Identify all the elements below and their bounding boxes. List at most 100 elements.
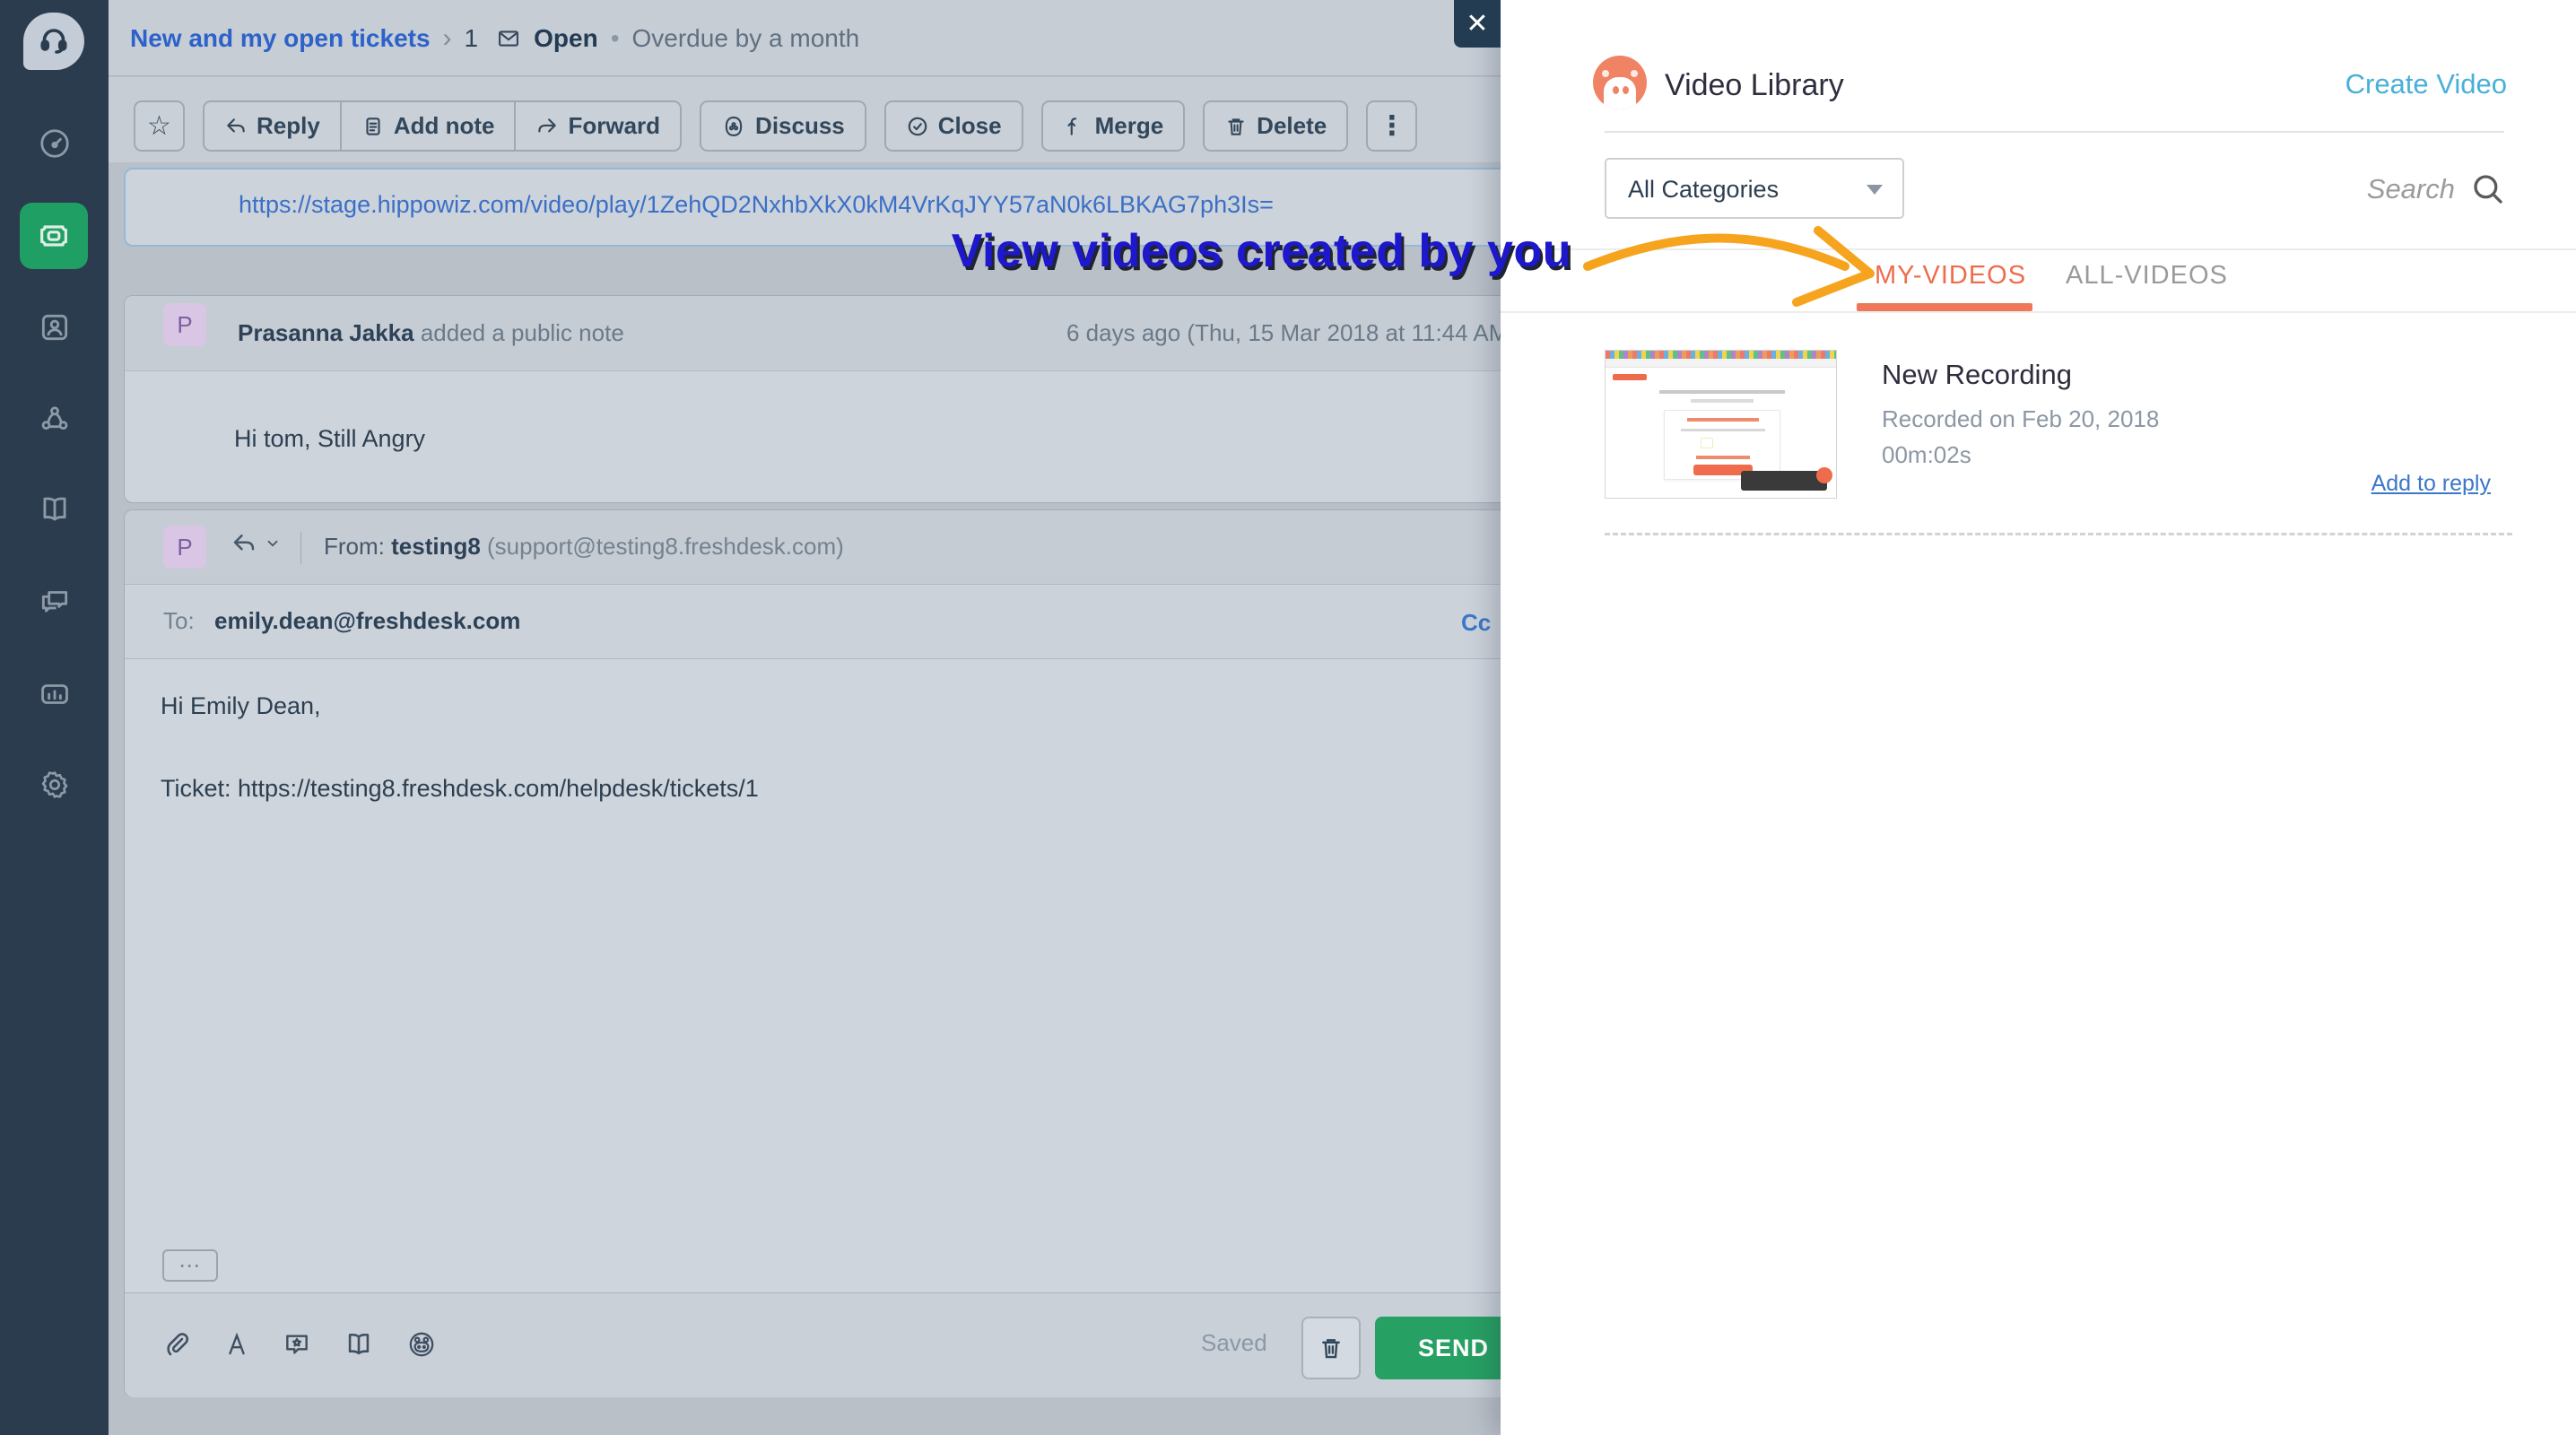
reply-icon (233, 535, 255, 551)
ellipsis-icon: ⋯ (178, 1253, 202, 1278)
sidebar-item-contacts[interactable] (0, 294, 109, 361)
note-timestamp: 6 days ago (Thu, 15 Mar 2018 at 11:44 AM… (1066, 319, 1517, 346)
annotation-arrow-icon (1583, 226, 1875, 307)
breadcrumb: New and my open tickets › 1 Open • Overd… (130, 23, 859, 54)
merge-button[interactable]: Merge (1040, 100, 1186, 152)
from-label: From: (324, 533, 392, 560)
create-video-link[interactable]: Create Video (2345, 68, 2507, 100)
discard-draft-button[interactable] (1301, 1317, 1361, 1379)
solutions-book-icon (42, 497, 66, 521)
ticket-status: Open (534, 24, 598, 52)
close-check-icon (908, 117, 927, 135)
search-placeholder: Search (2366, 173, 2455, 204)
sidebar-item-reports[interactable] (0, 661, 109, 727)
freshdesk-app: New and my open tickets › 1 Open • Overd… (0, 0, 2576, 1435)
delete-button[interactable]: Delete (1203, 100, 1349, 152)
dashboard-gauge-icon (39, 129, 69, 158)
video-recorded-date: Recorded on Feb 20, 2018 (1882, 405, 2160, 432)
chevron-separator-icon: › (442, 23, 452, 53)
reply-actions-group: Reply Add note Forward (203, 100, 683, 152)
video-thumbnail[interactable] (1605, 350, 1837, 499)
more-actions-button[interactable]: ⋮ (1366, 100, 1418, 152)
forward-icon (538, 117, 557, 132)
reply-editor-card: P From: testing8 (support@testing8.fresh… (124, 509, 1532, 1397)
close-panel-button[interactable]: ✕ (1454, 0, 1501, 48)
chevron-down-icon (267, 540, 278, 547)
to-label: To: (163, 607, 195, 634)
video-title: New Recording (1882, 359, 2072, 390)
reply-body-line: Ticket: https://testing8.freshdesk.com/h… (161, 774, 759, 802)
ticket-workspace: New and my open tickets › 1 Open • Overd… (109, 0, 1532, 1435)
note-icon (366, 117, 380, 135)
reply-header: P From: testing8 (support@testing8.fresh… (125, 510, 1511, 585)
email-channel-icon (499, 30, 519, 47)
reply-icon (227, 117, 245, 132)
star-icon: ☆ (147, 111, 171, 141)
ticket-id: 1 (464, 24, 479, 52)
public-note-card: P Prasanna Jakka added a public note 6 d… (124, 295, 1516, 503)
annotation-text: View videos created by you (951, 225, 1571, 277)
admin-gear-icon (41, 771, 67, 798)
to-row: To: emily.dean@freshdesk.com Cc (125, 586, 1511, 659)
avatar: P (163, 303, 206, 346)
ticket-due-status: Overdue by a month (631, 24, 860, 52)
reply-button[interactable]: Reply (203, 100, 341, 152)
tab-all-videos[interactable]: ALL-VIDEOS (2066, 261, 2228, 291)
reply-type-selector[interactable] (231, 530, 281, 557)
trash-icon (1322, 1339, 1340, 1359)
editor-footer: Saved SEND (125, 1292, 1532, 1397)
caret-down-icon (1867, 185, 1883, 195)
reply-body-line: Hi Emily Dean, (161, 692, 321, 719)
search-icon (2474, 175, 2502, 204)
note-author: Prasanna Jakka (238, 319, 414, 346)
add-note-button[interactable]: Add note (340, 100, 516, 152)
video-link[interactable]: https://stage.hippowiz.com/video/play/1Z… (239, 191, 1274, 219)
discuss-icon (725, 116, 743, 136)
expand-quoted-text-button[interactable]: ⋯ (162, 1249, 218, 1282)
avatar: P (163, 526, 206, 569)
contacts-icon (41, 314, 67, 341)
sidebar-item-tickets[interactable] (20, 203, 88, 269)
ticket-toolbar: ☆ Reply Add note Forward Discuss Close M… (109, 77, 1508, 162)
forward-button[interactable]: Forward (515, 100, 683, 152)
kebab-icon: ⋮ (1378, 111, 1405, 141)
ticket-icon (40, 225, 67, 247)
close-ticket-button[interactable]: Close (883, 100, 1023, 152)
note-header: P Prasanna Jakka added a public note 6 d… (125, 296, 1516, 371)
merge-icon (1067, 117, 1076, 135)
cc-toggle[interactable]: Cc (1461, 609, 1491, 637)
autosave-status: Saved (1201, 1329, 1267, 1356)
search-control[interactable]: Search (2367, 170, 2507, 208)
freshdesk-logo-icon[interactable] (23, 13, 84, 70)
note-action: added a public note (413, 319, 624, 346)
breadcrumb-filter-link[interactable]: New and my open tickets (130, 24, 431, 53)
canned-response-icon[interactable] (283, 1330, 311, 1359)
category-dropdown[interactable]: All Categories (1605, 158, 1904, 219)
discuss-button[interactable]: Discuss (700, 100, 866, 152)
reports-icon (40, 684, 68, 704)
text-format-icon[interactable] (223, 1331, 250, 1358)
sidebar-item-forums[interactable] (0, 568, 109, 634)
divider (1605, 131, 2504, 133)
attachment-icon[interactable] (162, 1330, 191, 1359)
social-icon (41, 406, 67, 430)
add-to-reply-link[interactable]: Add to reply (2371, 471, 2491, 497)
star-button[interactable]: ☆ (134, 100, 185, 152)
forums-chat-icon (41, 591, 67, 613)
panel-title: Video Library (1665, 68, 1844, 102)
sidebar-item-solutions[interactable] (0, 476, 109, 543)
hippo-video-logo-icon (1593, 56, 1647, 109)
category-dropdown-value: All Categories (1628, 176, 1780, 203)
hippo-video-icon[interactable] (406, 1329, 437, 1360)
reply-body-editor[interactable]: Hi Emily Dean, Ticket: https://testing8.… (161, 690, 759, 806)
solution-article-icon[interactable] (344, 1329, 374, 1360)
ticket-header: New and my open tickets › 1 Open • Overd… (109, 0, 1508, 76)
dashed-divider (1605, 533, 2512, 535)
trash-icon (1228, 117, 1244, 135)
close-icon: ✕ (1466, 9, 1489, 39)
to-email-field[interactable]: emily.dean@freshdesk.com (214, 607, 520, 635)
sidebar-item-dashboard[interactable] (0, 110, 109, 177)
note-body: Hi tom, Still Angry (234, 425, 426, 452)
sidebar-item-social[interactable] (0, 386, 109, 452)
sidebar-item-admin[interactable] (0, 752, 109, 818)
